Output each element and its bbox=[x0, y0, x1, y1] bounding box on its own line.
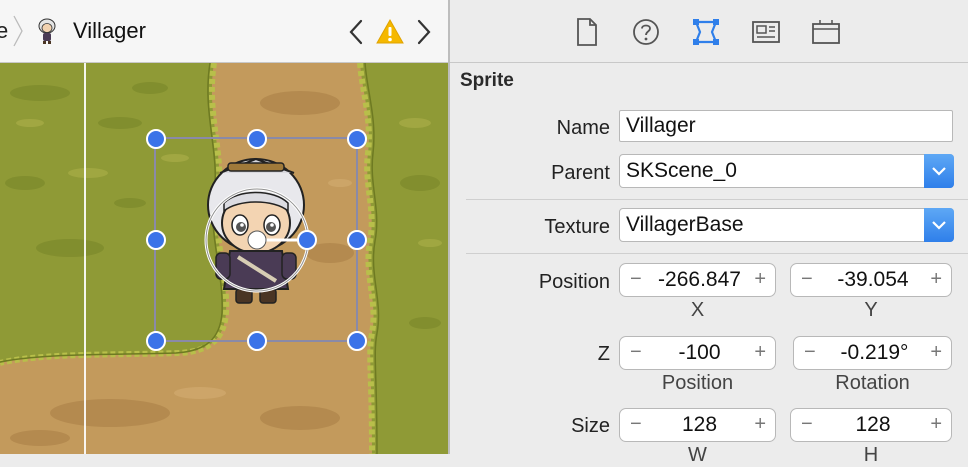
media-library-icon[interactable] bbox=[750, 16, 782, 48]
resize-handle-right[interactable] bbox=[346, 229, 368, 251]
warning-icon[interactable] bbox=[376, 18, 404, 46]
size-height-value[interactable]: 128 bbox=[817, 413, 929, 437]
resize-handle-bottom-right[interactable] bbox=[346, 330, 368, 352]
decrement-button[interactable]: − bbox=[630, 268, 642, 291]
h-label: H bbox=[863, 444, 879, 466]
chevron-left-icon[interactable] bbox=[346, 18, 366, 46]
chevron-down-icon bbox=[924, 208, 954, 242]
position-label: Position bbox=[538, 271, 610, 293]
resize-handle-top-right[interactable] bbox=[346, 128, 368, 150]
resize-handle-bottom[interactable] bbox=[246, 330, 268, 352]
separator bbox=[466, 253, 968, 254]
attributes-icon[interactable] bbox=[690, 16, 722, 48]
sprite-inspector: Sprite Name Villager Parent SKScene_0 Te… bbox=[450, 63, 968, 466]
section-title: Sprite bbox=[460, 70, 514, 91]
texture-value: VillagerBase bbox=[626, 213, 744, 236]
parent-label: Parent bbox=[551, 162, 610, 184]
size-height-stepper[interactable]: − 128 + bbox=[790, 408, 952, 442]
decrement-button[interactable]: − bbox=[801, 268, 813, 291]
increment-button[interactable]: + bbox=[930, 341, 942, 364]
selection-overlay bbox=[154, 137, 358, 342]
position-y-stepper[interactable]: − -39.054 + bbox=[790, 263, 952, 297]
z-label: Z bbox=[597, 343, 610, 365]
size-width-stepper[interactable]: − 128 + bbox=[619, 408, 776, 442]
parent-popup[interactable]: SKScene_0 bbox=[619, 154, 954, 188]
resize-handle-left[interactable] bbox=[145, 229, 167, 251]
increment-button[interactable]: + bbox=[754, 413, 766, 436]
z-position-stepper[interactable]: − -100 + bbox=[619, 336, 776, 370]
decrement-button[interactable]: − bbox=[804, 341, 816, 364]
position-x-value[interactable]: -266.847 bbox=[646, 268, 753, 292]
x-label: X bbox=[690, 299, 705, 321]
texture-popup[interactable]: VillagerBase bbox=[619, 208, 954, 242]
jump-bar: e Villager bbox=[0, 0, 448, 63]
rotation-stepper[interactable]: − -0.219° + bbox=[793, 336, 952, 370]
chevron-down-icon bbox=[924, 154, 954, 188]
rotation-handle[interactable] bbox=[296, 229, 318, 251]
increment-button[interactable]: + bbox=[930, 268, 942, 291]
scene-editor-canvas[interactable] bbox=[0, 63, 448, 454]
w-label: W bbox=[688, 444, 707, 466]
chevron-right-icon[interactable] bbox=[414, 18, 434, 46]
resize-handle-bottom-left[interactable] bbox=[145, 330, 167, 352]
position-y-value[interactable]: -39.054 bbox=[817, 268, 929, 292]
decrement-button[interactable]: − bbox=[801, 413, 813, 436]
increment-button[interactable]: + bbox=[930, 413, 942, 436]
question-icon[interactable] bbox=[630, 16, 662, 48]
resize-handle-top[interactable] bbox=[246, 128, 268, 150]
z-position-value[interactable]: -100 bbox=[646, 341, 753, 365]
chevron-right-icon bbox=[13, 15, 23, 47]
parent-value: SKScene_0 bbox=[626, 159, 737, 182]
texture-label: Texture bbox=[544, 216, 610, 238]
size-label: Size bbox=[571, 415, 610, 437]
decrement-button[interactable]: − bbox=[630, 341, 642, 364]
size-width-value[interactable]: 128 bbox=[646, 413, 753, 437]
villager-sprite-icon bbox=[38, 18, 56, 44]
name-label: Name bbox=[556, 117, 610, 139]
separator bbox=[466, 199, 968, 200]
breadcrumb-current[interactable]: Villager bbox=[73, 18, 146, 44]
increment-button[interactable]: + bbox=[754, 268, 766, 291]
resize-handle-top-left[interactable] bbox=[145, 128, 167, 150]
increment-button[interactable]: + bbox=[754, 341, 766, 364]
breadcrumb-previous[interactable]: e bbox=[0, 18, 8, 44]
z-position-label: Position bbox=[661, 372, 734, 394]
rotation-label: Rotation bbox=[835, 372, 910, 394]
document-icon[interactable] bbox=[570, 16, 602, 48]
name-field[interactable]: Villager bbox=[619, 110, 953, 142]
position-x-stepper[interactable]: − -266.847 + bbox=[619, 263, 776, 297]
inspector-tab-bar bbox=[450, 0, 968, 63]
rotation-value[interactable]: -0.219° bbox=[820, 341, 929, 365]
object-library-icon[interactable] bbox=[810, 16, 842, 48]
decrement-button[interactable]: − bbox=[630, 413, 642, 436]
y-label: Y bbox=[864, 299, 878, 321]
